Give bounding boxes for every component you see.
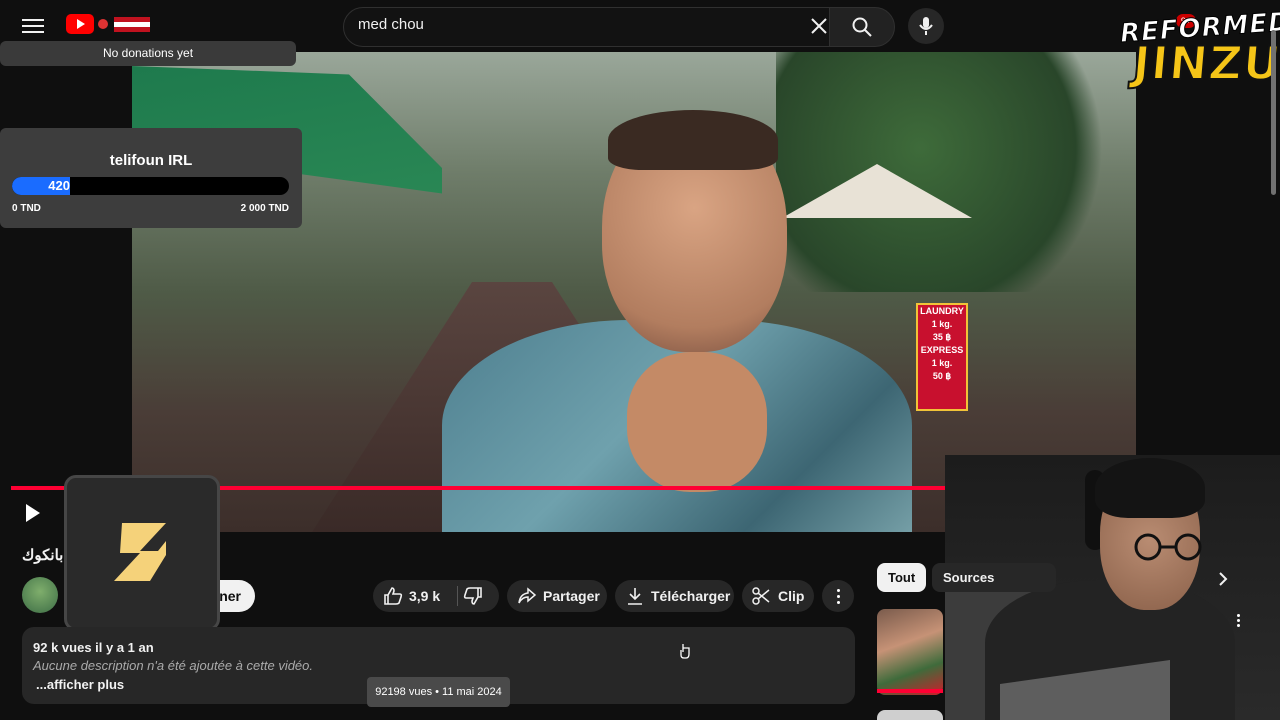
branding-main-text: JINZU	[1130, 35, 1280, 91]
share-label: Partager	[543, 588, 600, 604]
trees	[776, 52, 1136, 292]
share-icon	[518, 587, 537, 604]
recommended-thumbnail[interactable]	[877, 609, 943, 695]
clip-button[interactable]: Clip	[742, 580, 814, 612]
recommended-thumbnail-next[interactable]	[877, 710, 943, 720]
clip-label: Clip	[778, 588, 805, 604]
like-count[interactable]: 3,9 k	[409, 588, 440, 604]
show-more-link[interactable]: ...afficher plus	[36, 677, 124, 692]
views-tooltip: 92198 vues • 11 mai 2024	[367, 677, 510, 707]
share-button[interactable]: Partager	[507, 580, 607, 612]
description-text: Aucune description n'a été ajoutée à cet…	[33, 658, 314, 673]
search-button[interactable]	[829, 7, 895, 47]
chip-sources[interactable]: Sources	[932, 563, 1056, 592]
goal-min-label: 0 TND	[12, 203, 41, 214]
mic-icon	[919, 17, 933, 35]
scissors-icon	[752, 587, 770, 605]
glasses	[1134, 533, 1202, 561]
chevron-right-icon[interactable]	[1212, 568, 1234, 590]
kebab-icon[interactable]	[1232, 611, 1246, 629]
goal-current-value: 420	[48, 178, 70, 193]
download-icon	[628, 588, 642, 605]
sign-line: 1 kg.	[931, 358, 953, 368]
chip-all[interactable]: Tout	[877, 563, 927, 592]
scrollbar[interactable]	[1271, 30, 1276, 195]
video-title: بانكوك	[22, 547, 64, 564]
dislike-icon[interactable]	[463, 587, 483, 605]
like-dislike-group: 3,9 k	[373, 580, 499, 612]
view-count-date: 92 k vues il y a 1 an	[33, 640, 154, 655]
thumbnail-progress	[877, 689, 943, 693]
sign-line: 50 ฿	[932, 371, 952, 381]
divider	[457, 586, 458, 606]
flag-icon	[98, 17, 150, 32]
cursor-icon	[680, 644, 690, 659]
search-icon	[852, 17, 872, 37]
search-input[interactable]: med chou	[358, 16, 424, 33]
laundry-sign: LAUNDRY 1 kg. 35 ฿ EXPRESS 1 kg. 50 ฿	[916, 303, 968, 411]
channel-avatar[interactable]	[22, 577, 58, 613]
sign-line: 35 ฿	[932, 332, 952, 342]
streamer-hair	[1095, 458, 1205, 518]
download-button[interactable]: Télécharger	[615, 580, 734, 612]
person-hand	[627, 352, 767, 492]
sign-line: EXPRESS	[920, 345, 964, 355]
sign-line: 1 kg.	[931, 319, 953, 329]
youtube-logo-icon[interactable]	[66, 14, 94, 34]
goal-title: telifoun IRL	[109, 152, 193, 169]
like-icon[interactable]	[383, 587, 403, 605]
download-label: Télécharger	[651, 588, 731, 604]
donation-banner: No donations yet	[0, 41, 296, 66]
sign-line: LAUNDRY	[920, 306, 964, 316]
more-icon[interactable]	[822, 580, 854, 612]
person-hair	[608, 110, 778, 170]
z-logo-icon	[114, 523, 166, 581]
voice-search-button[interactable]	[908, 8, 944, 44]
play-icon[interactable]	[24, 503, 44, 523]
goal-max-label: 2 000 TND	[240, 203, 289, 214]
menu-icon[interactable]	[22, 16, 44, 36]
